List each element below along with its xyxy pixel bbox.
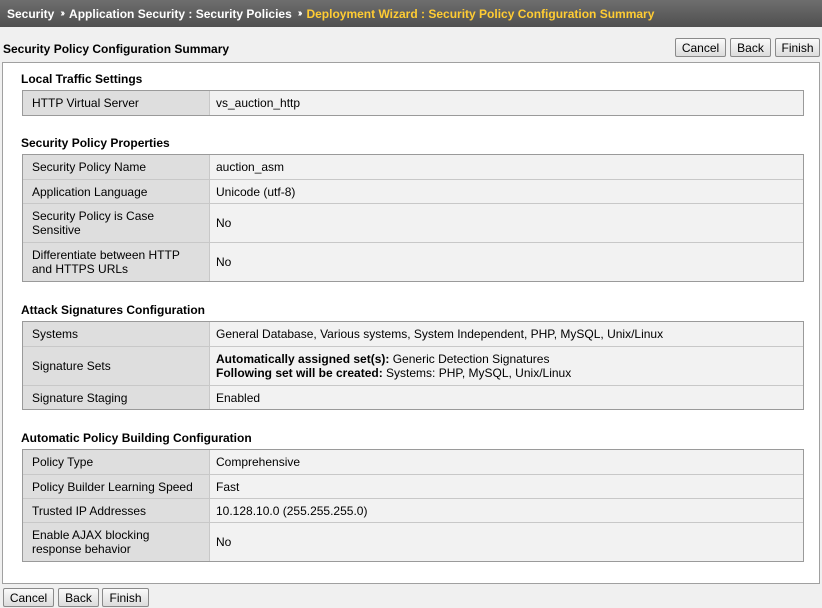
row-value: General Database, Various systems, Syste… bbox=[216, 327, 664, 341]
table-row: Policy Type Comprehensive bbox=[23, 450, 803, 474]
table-row: Application Language Unicode (utf-8) bbox=[23, 179, 803, 203]
row-value: No bbox=[216, 216, 232, 230]
row-value: vs_auction_http bbox=[216, 96, 301, 110]
policy-properties-table: Security Policy Name auction_asm Applica… bbox=[22, 154, 804, 282]
cancel-button-bottom[interactable]: Cancel bbox=[3, 588, 54, 607]
signature-sets-value: Automatically assigned set(s): Generic D… bbox=[210, 347, 803, 385]
finish-button-top[interactable]: Finish bbox=[775, 38, 820, 57]
finish-button-bottom[interactable]: Finish bbox=[102, 588, 149, 607]
breadcrumb-separator-icon: ›› bbox=[60, 8, 64, 19]
attack-signatures-table: Systems General Database, Various system… bbox=[22, 321, 804, 410]
row-label: Systems bbox=[23, 322, 210, 346]
row-label: Signature Sets bbox=[23, 347, 210, 385]
section-title-policy-building: Automatic Policy Building Configuration bbox=[21, 431, 252, 445]
breadcrumb-separator-icon: ›› bbox=[297, 8, 302, 19]
table-row: Security Policy Name auction_asm bbox=[23, 155, 803, 179]
row-label: Enable AJAX blocking response behavior bbox=[23, 523, 210, 561]
back-button-bottom[interactable]: Back bbox=[58, 588, 99, 607]
auto-assigned-value: Generic Detection Signatures bbox=[389, 352, 550, 366]
row-value: Fast bbox=[216, 479, 240, 494]
table-row: Signature Sets Automatically assigned se… bbox=[23, 346, 803, 385]
table-row: Systems General Database, Various system… bbox=[23, 322, 803, 346]
page-title: Security Policy Configuration Summary bbox=[3, 42, 230, 56]
summary-panel: Local Traffic Settings HTTP Virtual Serv… bbox=[2, 62, 820, 584]
row-label: Security Policy Name bbox=[23, 155, 210, 179]
section-title-local-traffic: Local Traffic Settings bbox=[21, 72, 143, 86]
row-value: 10.128.10.0 (255.255.255.0) bbox=[216, 503, 368, 518]
row-value: Enabled bbox=[216, 390, 261, 405]
row-value: No bbox=[216, 255, 232, 269]
breadcrumb-security[interactable]: Security bbox=[7, 7, 54, 21]
row-label: Security Policy is Case Sensitive bbox=[23, 204, 210, 242]
table-row: Differentiate between HTTP and HTTPS URL… bbox=[23, 242, 803, 281]
table-row: Policy Builder Learning Speed Fast bbox=[23, 474, 803, 498]
row-label: Policy Builder Learning Speed bbox=[23, 475, 210, 498]
auto-assigned-label: Automatically assigned set(s): bbox=[216, 352, 390, 366]
row-label: Differentiate between HTTP and HTTPS URL… bbox=[23, 243, 210, 281]
policy-building-table: Policy Type Comprehensive Policy Builder… bbox=[22, 449, 804, 562]
row-value: Unicode (utf-8) bbox=[216, 184, 296, 199]
table-row: Security Policy is Case Sensitive No bbox=[23, 203, 803, 242]
breadcrumb-current-page: Deployment Wizard : Security Policy Conf… bbox=[306, 6, 655, 21]
row-label: Policy Type bbox=[23, 450, 210, 474]
row-label: Application Language bbox=[23, 180, 210, 203]
local-traffic-table: HTTP Virtual Server vs_auction_http bbox=[22, 90, 804, 116]
table-row: Trusted IP Addresses 10.128.10.0 (255.25… bbox=[23, 498, 803, 522]
breadcrumb: Security ›› Application Security : Secur… bbox=[0, 0, 822, 27]
row-label: Trusted IP Addresses bbox=[23, 499, 210, 522]
created-set-label: Following set will be created: bbox=[216, 366, 383, 380]
back-button-top[interactable]: Back bbox=[730, 38, 771, 57]
section-title-policy-properties: Security Policy Properties bbox=[21, 136, 170, 150]
section-title-attack-signatures: Attack Signatures Configuration bbox=[21, 303, 206, 317]
row-value: auction_asm bbox=[216, 160, 285, 174]
cancel-button-top[interactable]: Cancel bbox=[675, 38, 726, 57]
table-row: Enable AJAX blocking response behavior N… bbox=[23, 522, 803, 561]
table-row: Signature Staging Enabled bbox=[23, 385, 803, 409]
row-label: Signature Staging bbox=[23, 386, 210, 409]
row-label: HTTP Virtual Server bbox=[23, 91, 210, 115]
row-value: No bbox=[216, 535, 232, 549]
row-value: Comprehensive bbox=[216, 455, 301, 469]
created-set-value: Systems: PHP, MySQL, Unix/Linux bbox=[382, 366, 572, 380]
table-row: HTTP Virtual Server vs_auction_http bbox=[23, 91, 803, 115]
breadcrumb-security-policies[interactable]: Application Security : Security Policies bbox=[69, 7, 292, 21]
